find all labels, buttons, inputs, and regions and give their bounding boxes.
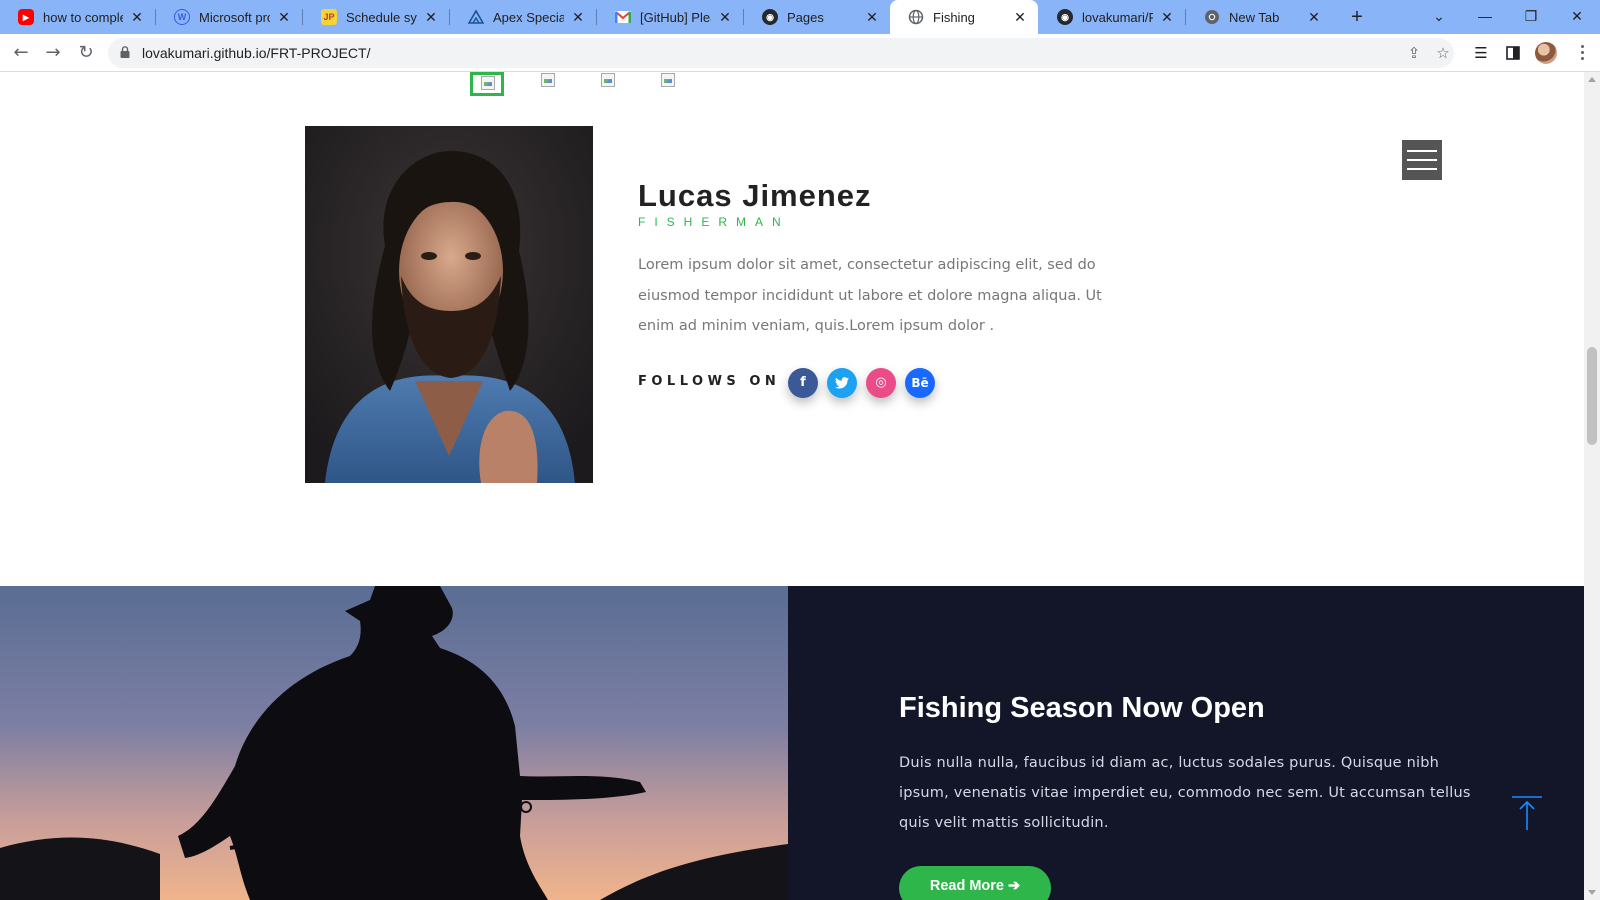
globe-icon xyxy=(908,9,924,25)
tab-title: lovakumari/FRT xyxy=(1082,9,1153,25)
restore-button[interactable]: ❐ xyxy=(1508,0,1554,34)
twitter-icon[interactable] xyxy=(827,368,857,398)
new-tab-button[interactable]: + xyxy=(1344,4,1370,30)
close-icon[interactable]: ✕ xyxy=(717,9,733,26)
scroll-thumb[interactable] xyxy=(1587,347,1597,445)
hero-photo xyxy=(0,586,788,900)
youtube-icon: ▶ xyxy=(18,9,34,25)
browser-menu-icon[interactable] xyxy=(1572,42,1592,64)
thumbnail-1[interactable] xyxy=(470,72,504,96)
close-icon[interactable]: ✕ xyxy=(129,9,145,26)
facebook-icon[interactable]: f xyxy=(788,368,818,398)
star-icon[interactable]: ☆ xyxy=(1434,44,1452,62)
chrome-icon xyxy=(1204,9,1220,25)
browser-toolbar: ← → ↻ lovakumari.github.io/FRT-PROJECT/ … xyxy=(0,34,1600,72)
close-icon[interactable]: ✕ xyxy=(864,9,880,26)
reload-button[interactable]: ↻ xyxy=(73,40,99,66)
hero-body: Duis nulla nulla, faucibus id diam ac, l… xyxy=(899,755,1471,831)
profile-photo xyxy=(305,126,593,483)
share-icon[interactable]: ⇪ xyxy=(1405,44,1423,62)
thumbnail-2[interactable] xyxy=(530,72,564,96)
tab-title: how to complete xyxy=(43,9,123,25)
tab-title: Apex Specialist xyxy=(493,9,564,25)
reading-list-icon[interactable]: ☰ xyxy=(1471,43,1491,63)
menu-bar xyxy=(1407,159,1437,161)
tab-title: Fishing xyxy=(933,9,975,25)
broken-image-icon xyxy=(661,73,675,87)
tab-title: Pages xyxy=(787,9,824,25)
behance-icon[interactable]: Bē xyxy=(905,368,935,398)
side-panel-icon[interactable] xyxy=(1503,43,1523,63)
address-bar[interactable]: lovakumari.github.io/FRT-PROJECT/ ⇪ ☆ xyxy=(108,38,1454,68)
back-button[interactable]: ← xyxy=(8,40,34,66)
scroll-down-arrow[interactable] xyxy=(1588,890,1596,895)
tab-apex[interactable]: Apex Specialist ✕ xyxy=(450,0,596,34)
minimize-button[interactable]: — xyxy=(1462,0,1508,34)
thumbnail-strip xyxy=(470,72,710,96)
github-icon: ◉ xyxy=(1057,9,1073,25)
tab-strip: ▶ how to complete ✕ W Microsoft proje ✕ … xyxy=(0,0,1600,34)
arrow-up-icon xyxy=(1512,796,1542,830)
close-icon[interactable]: ✕ xyxy=(1306,9,1322,26)
jp-icon: JP xyxy=(321,9,337,25)
back-to-top-button[interactable] xyxy=(1510,796,1544,832)
tab-fishing[interactable]: Fishing ✕ xyxy=(890,0,1038,34)
tab-title: Schedule synch xyxy=(346,9,417,25)
tab-new-tab[interactable]: New Tab ✕ xyxy=(1186,0,1332,34)
broken-image-icon xyxy=(601,73,615,87)
thumbnail-4[interactable] xyxy=(650,72,684,96)
forward-button[interactable]: → xyxy=(40,40,66,66)
close-icon[interactable]: ✕ xyxy=(276,9,292,26)
dribbble-icon[interactable]: ◎ xyxy=(866,368,896,398)
thumbnail-3[interactable] xyxy=(590,72,624,96)
trailhead-icon xyxy=(468,9,484,25)
hero-title: Fishing Season Now Open xyxy=(899,692,1265,724)
page-scrollbar[interactable] xyxy=(1584,72,1600,900)
page-viewport: Lucas Jimenez FISHERMAN Lorem ipsum dolo… xyxy=(0,72,1584,900)
tab-title: [GitHub] Please xyxy=(640,9,711,25)
tab-wordpress[interactable]: W Microsoft proje ✕ xyxy=(156,0,302,34)
hero-panel: Fishing Season Now Open Duis nulla nulla… xyxy=(788,586,1584,900)
broken-image-icon xyxy=(481,76,495,90)
close-icon[interactable]: ✕ xyxy=(570,9,586,26)
hamburger-menu-button[interactable] xyxy=(1402,140,1442,180)
tab-pages[interactable]: ◉ Pages ✕ xyxy=(744,0,890,34)
profile-bio: Lorem ipsum dolor sit amet, consectetur … xyxy=(638,257,1102,334)
tab-gmail[interactable]: [GitHub] Please ✕ xyxy=(597,0,743,34)
url-text: lovakumari.github.io/FRT-PROJECT/ xyxy=(142,45,371,61)
tab-youtube[interactable]: ▶ how to complete ✕ xyxy=(0,0,155,34)
menu-bar xyxy=(1407,150,1437,152)
follows-on-label: FOLLOWS ON xyxy=(638,374,781,389)
broken-image-icon xyxy=(541,73,555,87)
read-more-button[interactable]: Read More ➔ xyxy=(899,866,1051,900)
profile-avatar[interactable] xyxy=(1535,42,1557,64)
scroll-up-arrow[interactable] xyxy=(1588,77,1596,82)
close-icon[interactable]: ✕ xyxy=(423,9,439,26)
tab-search-button[interactable]: ⌄ xyxy=(1416,0,1462,34)
close-icon[interactable]: ✕ xyxy=(1012,9,1028,26)
lock-icon xyxy=(120,46,130,58)
wordpress-icon: W xyxy=(174,9,190,25)
tab-title: New Tab xyxy=(1229,9,1280,25)
menu-bar xyxy=(1407,168,1437,170)
github-icon: ◉ xyxy=(762,9,778,25)
tab-schedule[interactable]: JP Schedule synch ✕ xyxy=(303,0,449,34)
close-window-button[interactable]: ✕ xyxy=(1554,0,1600,34)
profile-name: Lucas Jimenez xyxy=(638,178,872,213)
close-icon[interactable]: ✕ xyxy=(1159,9,1175,26)
profile-role: FISHERMAN xyxy=(638,215,790,229)
tab-github-repo[interactable]: ◉ lovakumari/FRT ✕ xyxy=(1039,0,1185,34)
tab-title: Microsoft proje xyxy=(199,9,270,25)
gmail-icon xyxy=(615,9,631,25)
